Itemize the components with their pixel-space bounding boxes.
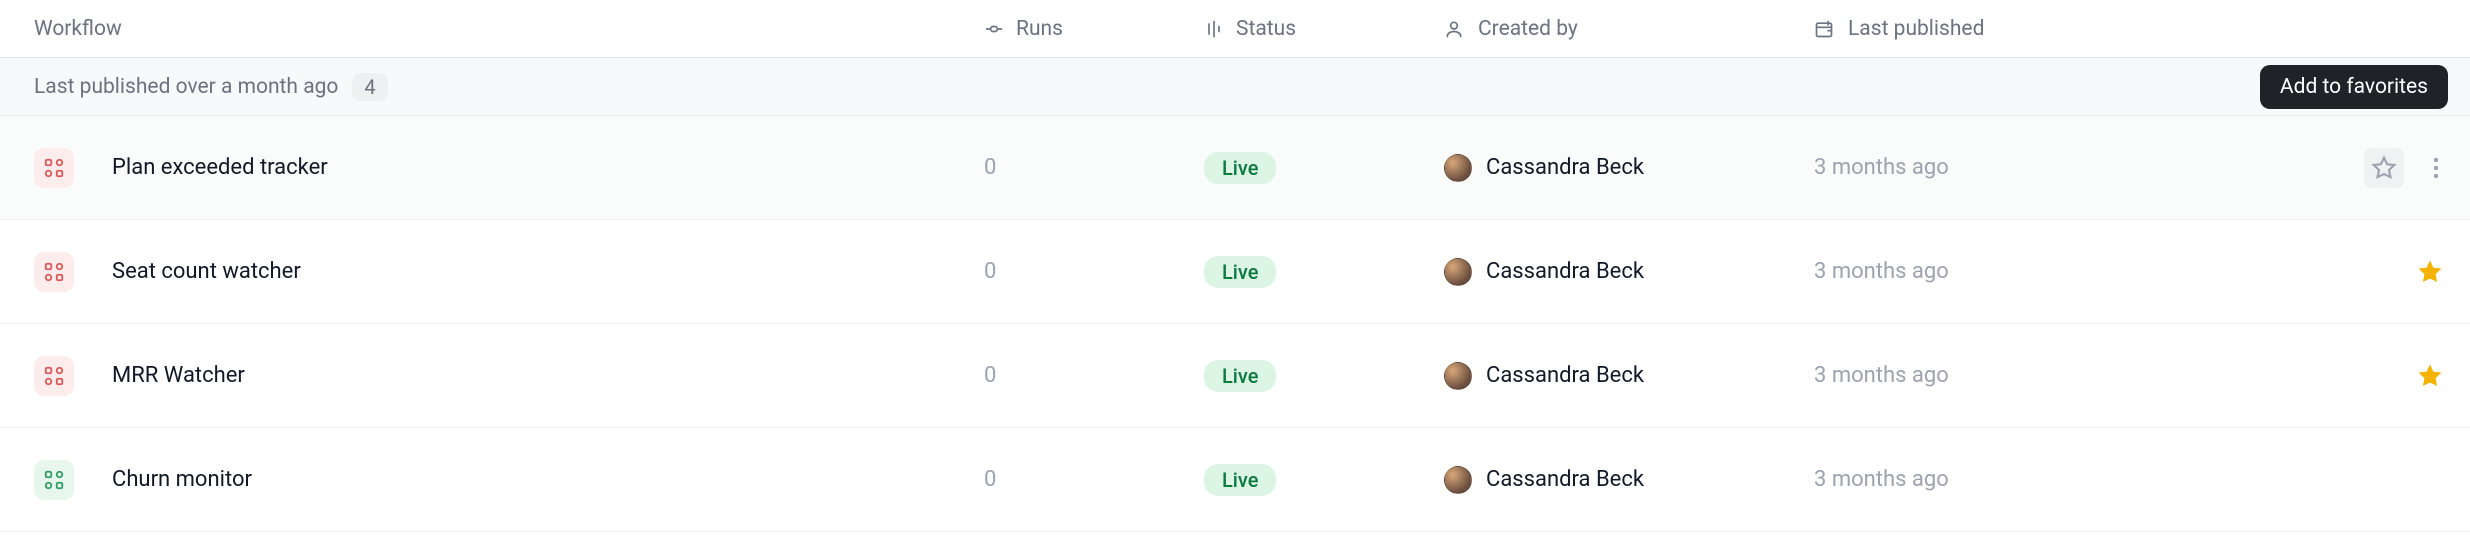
- column-status-label: Status: [1236, 17, 1296, 41]
- user-icon: [1444, 19, 1464, 39]
- workflow-table: Workflow Runs Status: [0, 0, 2470, 532]
- creator-name: Cassandra Beck: [1486, 155, 1644, 180]
- workflow-icon: [34, 148, 74, 188]
- rows-container: Plan exceeded tracker 0 Live Cassandra Beck…: [0, 116, 2470, 532]
- runs-value: 0: [984, 363, 996, 388]
- add-to-favorites-tooltip: Add to favorites: [2260, 65, 2448, 109]
- table-row[interactable]: Plan exceeded tracker 0 Live Cassandra Beck…: [0, 116, 2470, 220]
- table-header: Workflow Runs Status: [0, 0, 2470, 58]
- avatar: [1444, 258, 1472, 286]
- column-header-status[interactable]: Status: [1204, 17, 1444, 41]
- column-last-published-label: Last published: [1848, 17, 1984, 41]
- calendar-icon: [1814, 19, 1834, 39]
- group-label: Last published over a month ago: [34, 75, 338, 99]
- last-published: 3 months ago: [1814, 363, 1949, 388]
- workflow-icon: [34, 356, 74, 396]
- runs-value: 0: [984, 259, 996, 284]
- workflow-name: Plan exceeded tracker: [112, 155, 328, 180]
- creator-name: Cassandra Beck: [1486, 363, 1644, 388]
- avatar: [1444, 362, 1472, 390]
- column-header-last-published[interactable]: Last published: [1814, 17, 2244, 41]
- workflow-icon: [34, 252, 74, 292]
- table-row[interactable]: Churn monitor 0 Live Cassandra Beck 3 months…: [0, 428, 2470, 532]
- last-published: 3 months ago: [1814, 259, 1949, 284]
- favorite-star-icon[interactable]: [2364, 148, 2404, 188]
- avatar: [1444, 154, 1472, 182]
- column-runs-label: Runs: [1016, 17, 1063, 41]
- last-published: 3 months ago: [1814, 155, 1949, 180]
- favorite-star-filled-icon[interactable]: [2410, 252, 2450, 292]
- status-badge: Live: [1204, 152, 1276, 184]
- creator-name: Cassandra Beck: [1486, 259, 1644, 284]
- favorite-star-filled-icon[interactable]: [2410, 356, 2450, 396]
- status-badge: Live: [1204, 360, 1276, 392]
- workflow-name: MRR Watcher: [112, 363, 245, 388]
- more-options-icon[interactable]: [2422, 148, 2450, 188]
- column-header-runs[interactable]: Runs: [984, 17, 1204, 41]
- workflow-icon: [34, 460, 74, 500]
- status-icon: [1204, 19, 1224, 39]
- column-header-workflow[interactable]: Workflow: [34, 17, 984, 41]
- avatar: [1444, 466, 1472, 494]
- status-badge: Live: [1204, 464, 1276, 496]
- status-badge: Live: [1204, 256, 1276, 288]
- table-row[interactable]: Seat count watcher 0 Live Cassandra Beck 3 m…: [0, 220, 2470, 324]
- column-header-creator[interactable]: Created by: [1444, 17, 1814, 41]
- column-workflow-label: Workflow: [34, 17, 122, 41]
- runs-icon: [984, 19, 1004, 39]
- group-count-badge: 4: [352, 73, 387, 101]
- column-creator-label: Created by: [1478, 17, 1578, 41]
- runs-value: 0: [984, 155, 996, 180]
- table-row[interactable]: MRR Watcher 0 Live Cassandra Beck 3 months a…: [0, 324, 2470, 428]
- workflow-name: Churn monitor: [112, 467, 252, 492]
- creator-name: Cassandra Beck: [1486, 467, 1644, 492]
- workflow-name: Seat count watcher: [112, 259, 301, 284]
- runs-value: 0: [984, 467, 996, 492]
- group-header[interactable]: Last published over a month ago 4 Add to…: [0, 58, 2470, 116]
- last-published: 3 months ago: [1814, 467, 1949, 492]
